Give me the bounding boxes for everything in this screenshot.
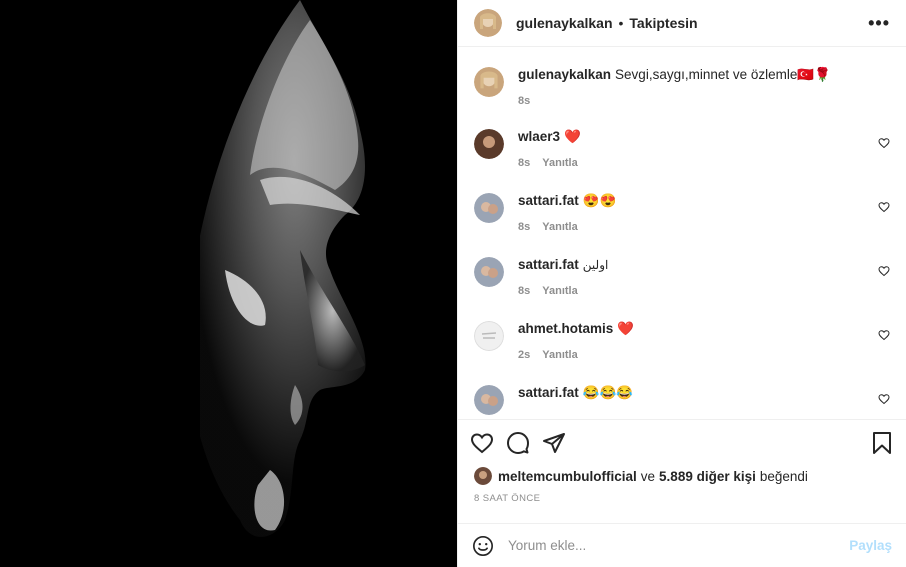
comment-age: 8s (518, 221, 531, 233)
likes-summary: meltemcumbulofficial ve 5.889 diğer kişi… (458, 465, 906, 487)
post-header: gulenaykalkan • Takiptesin ••• (458, 0, 906, 47)
comment-like-icon[interactable] (878, 265, 890, 277)
comment-age: 8s (518, 285, 531, 297)
action-bar (458, 419, 906, 465)
comment-input[interactable] (508, 538, 850, 553)
post-timestamp[interactable]: 8 SAAT ÖNCE (458, 487, 906, 515)
likes-suffix: beğendi (759, 468, 808, 484)
comment-item: wlaer3 ❤️ 8s Yanıtla (474, 125, 890, 169)
comment-text: ❤️ (564, 129, 581, 144)
comment-text: 😂😂😂 (582, 385, 634, 400)
comment-username[interactable]: sattari.fat (518, 385, 579, 400)
caption-username[interactable]: gulenaykalkan (518, 67, 611, 82)
follow-status[interactable]: Takiptesin (629, 15, 697, 31)
caption-text: Sevgi,saygı,minnet ve özlemle🇹🇷🌹 (615, 67, 832, 82)
comment-text: ❤️ (617, 321, 635, 336)
liker-avatar[interactable] (474, 467, 492, 485)
reply-button[interactable]: Yanıtla (542, 349, 577, 361)
commenter-avatar[interactable] (474, 129, 504, 159)
author-avatar[interactable] (474, 9, 502, 37)
author-username[interactable]: gulenaykalkan (516, 15, 613, 31)
comment-item: sattari.fat اولین 8s Yanıtla (474, 253, 890, 297)
likes-connector: ve (640, 468, 656, 484)
commenter-avatar[interactable] (474, 385, 504, 415)
comment-username[interactable]: sattari.fat (518, 257, 579, 272)
likes-count[interactable]: 5.889 diğer kişi (659, 469, 756, 484)
emoji-icon[interactable] (472, 535, 494, 557)
portrait-silhouette (0, 0, 457, 567)
add-comment-bar: Paylaş (458, 523, 906, 567)
commenter-avatar[interactable] (474, 193, 504, 223)
comment-like-icon[interactable] (878, 393, 890, 405)
heart-icon[interactable] (470, 431, 494, 455)
post-detail-panel: gulenaykalkan • Takiptesin ••• gulenayka… (457, 0, 906, 567)
comment-list: gulenaykalkan Sevgi,saygı,minnet ve özlem… (458, 47, 906, 419)
commenter-avatar[interactable] (474, 321, 504, 351)
post-image[interactable] (0, 0, 457, 567)
reply-button[interactable]: Yanıtla (542, 157, 577, 169)
header-separator: • (618, 15, 624, 31)
comment-username[interactable]: sattari.fat (518, 193, 579, 208)
comment-like-icon[interactable] (878, 137, 890, 149)
comment-age: 8s (518, 157, 531, 169)
comment-like-icon[interactable] (878, 329, 890, 341)
share-icon[interactable] (542, 431, 566, 455)
caption-age: 8s (518, 95, 531, 107)
comment-like-icon[interactable] (878, 201, 890, 213)
caption-avatar[interactable] (474, 67, 504, 97)
reply-button[interactable]: Yanıtla (542, 285, 577, 297)
comment-age: 2s (518, 349, 531, 361)
comment-text: اولین (582, 258, 609, 272)
reply-button[interactable]: Yanıtla (542, 221, 577, 233)
more-icon[interactable]: ••• (868, 13, 890, 34)
comment-item: sattari.fat 😍😍 8s Yanıtla (474, 189, 890, 233)
post-comment-button[interactable]: Paylaş (849, 538, 892, 553)
comment-icon[interactable] (506, 431, 530, 455)
comment-text: 😍😍 (582, 193, 617, 208)
comment-item: sattari.fat 😂😂😂 (474, 381, 890, 415)
liker-username[interactable]: meltemcumbulofficial (498, 469, 637, 484)
bookmark-icon[interactable] (870, 431, 894, 455)
comment-username[interactable]: wlaer3 (518, 129, 560, 144)
caption: gulenaykalkan Sevgi,saygı,minnet ve özlem… (474, 63, 890, 107)
comment-item: ahmet.hotamis ❤️ 2s Yanıtla (474, 317, 890, 361)
commenter-avatar[interactable] (474, 257, 504, 287)
comment-username[interactable]: ahmet.hotamis (518, 321, 613, 336)
